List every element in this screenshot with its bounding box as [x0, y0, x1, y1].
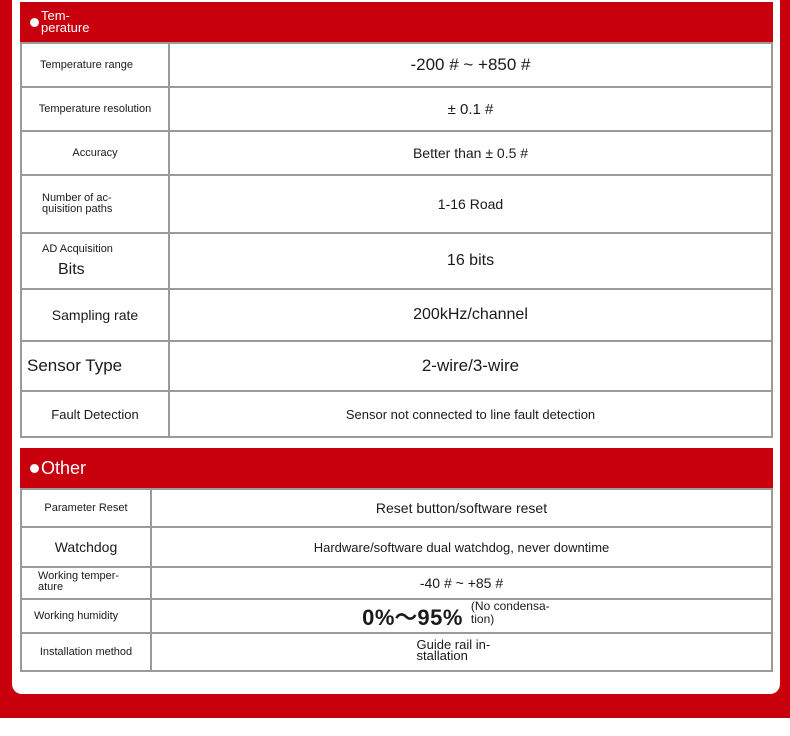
row-value: 2-wire/3-wire [168, 340, 773, 392]
row-label: Sampling rate [20, 288, 170, 342]
table-row: Fault Detection Sensor not connected to … [20, 390, 773, 438]
row-label-line1: AD Acquisition [42, 243, 113, 255]
row-label: Working temper-ature [20, 566, 152, 600]
table-row: Parameter Reset Reset button/software re… [20, 488, 773, 528]
section-header-other: Other [20, 448, 773, 488]
row-value: 1-16 Road [168, 174, 773, 234]
row-value: 200kHz/channel [168, 288, 773, 342]
table-row: Working temper-ature -40 # ~ +85 # [20, 566, 773, 600]
row-label: Temperature resolution [20, 86, 170, 132]
section-title: Other [41, 457, 87, 478]
row-value: Sensor not connected to line fault detec… [168, 390, 773, 438]
row-value: Hardware/software dual watchdog, never d… [150, 526, 773, 568]
table-row: Installation method Guide rail in-stalla… [20, 632, 773, 672]
humidity-note: (No condensa-tion) [470, 599, 550, 626]
table-row: AD Acquisition Bits 16 bits [20, 232, 773, 290]
row-label: Parameter Reset [20, 488, 152, 528]
row-label: AD Acquisition Bits [20, 232, 170, 290]
row-label: Number of ac-quisition paths [20, 174, 170, 234]
table-row: Number of ac-quisition paths 1-16 Road [20, 174, 773, 234]
other-spec-table: Parameter Reset Reset button/software re… [20, 488, 773, 672]
row-value: Reset button/software reset [150, 488, 773, 528]
row-label: Working humidity [20, 598, 152, 634]
table-row: Accuracy Better than ± 0.5 # [20, 130, 773, 176]
row-value: ± 0.1 # [168, 86, 773, 132]
row-label: Fault Detection [20, 390, 170, 438]
table-row: Sampling rate 200kHz/channel [20, 288, 773, 342]
row-label: Sensor Type [20, 340, 170, 392]
row-value: 0%～95% (No condensa-tion) [150, 598, 773, 634]
bullet-dot-icon [30, 17, 39, 27]
row-label-line2: Bits [58, 261, 85, 278]
table-row: Working humidity 0%～95% (No condensa-tion… [20, 598, 773, 634]
row-value: Guide rail in-stallation [150, 632, 773, 672]
table-row: Sensor Type 2-wire/3-wire [20, 340, 773, 392]
row-value-text: Guide rail in-stallation [416, 637, 491, 663]
table-row: Temperature range -200 # ~ +850 # [20, 42, 773, 88]
row-value: 16 bits [168, 232, 773, 290]
section-title: Tem-perature [41, 8, 90, 35]
row-label-text: Working temper-ature [38, 570, 120, 593]
row-label: Accuracy [20, 130, 170, 176]
row-value: Better than ± 0.5 # [168, 130, 773, 176]
table-row: Temperature resolution ± 0.1 # [20, 86, 773, 132]
row-value: -200 # ~ +850 # [168, 42, 773, 88]
bullet-dot-icon [30, 463, 39, 473]
section-header-temperature: Tem-perature [20, 2, 773, 42]
row-label: Watchdog [20, 526, 152, 568]
temperature-spec-table: Temperature range -200 # ~ +850 # Temper… [20, 42, 773, 438]
table-row: Watchdog Hardware/software dual watchdog… [20, 526, 773, 568]
row-label: Temperature range [20, 42, 170, 88]
row-label: Installation method [20, 632, 152, 672]
row-label-text: Number of ac-quisition paths [42, 192, 113, 215]
row-value: -40 # ~ +85 # [150, 566, 773, 600]
humidity-value: 0%～95% [362, 605, 463, 630]
